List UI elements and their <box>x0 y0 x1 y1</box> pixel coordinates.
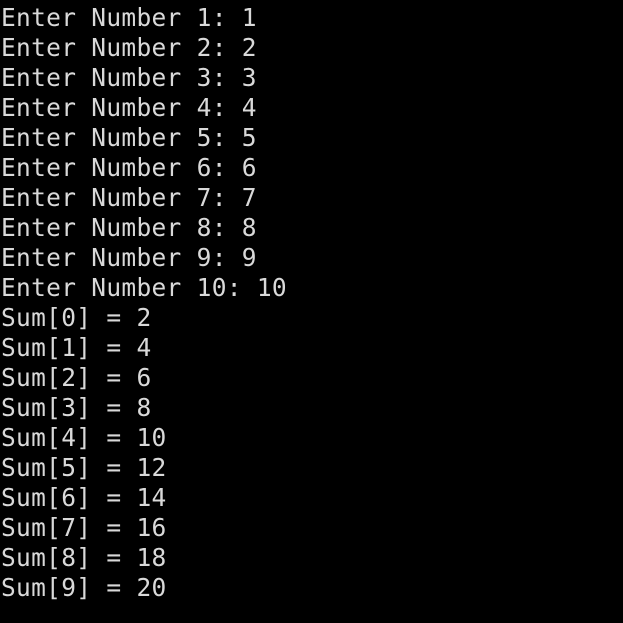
sum-line-8: Sum[8] = 18 <box>1 543 167 572</box>
input-line-4: Enter Number 4: 4 <box>1 93 257 122</box>
input-line-1: Enter Number 1: 1 <box>1 3 257 32</box>
sum-line-2: Sum[2] = 6 <box>1 363 152 392</box>
sum-line-7: Sum[7] = 16 <box>1 513 167 542</box>
input-line-8: Enter Number 8: 8 <box>1 213 257 242</box>
sum-line-4: Sum[4] = 10 <box>1 423 167 452</box>
sum-line-6: Sum[6] = 14 <box>1 483 167 512</box>
input-line-10: Enter Number 10: 10 <box>1 273 287 302</box>
input-line-9: Enter Number 9: 9 <box>1 243 257 272</box>
terminal-output[interactable]: Enter Number 1: 1 Enter Number 2: 2 Ente… <box>0 0 623 623</box>
input-line-7: Enter Number 7: 7 <box>1 183 257 212</box>
input-line-2: Enter Number 2: 2 <box>1 33 257 62</box>
sum-line-5: Sum[5] = 12 <box>1 453 167 482</box>
input-line-6: Enter Number 6: 6 <box>1 153 257 182</box>
sum-line-9: Sum[9] = 20 <box>1 573 167 602</box>
input-line-5: Enter Number 5: 5 <box>1 123 257 152</box>
sum-line-0: Sum[0] = 2 <box>1 303 152 332</box>
input-line-3: Enter Number 3: 3 <box>1 63 257 92</box>
sum-line-1: Sum[1] = 4 <box>1 333 152 362</box>
sum-line-3: Sum[3] = 8 <box>1 393 152 422</box>
